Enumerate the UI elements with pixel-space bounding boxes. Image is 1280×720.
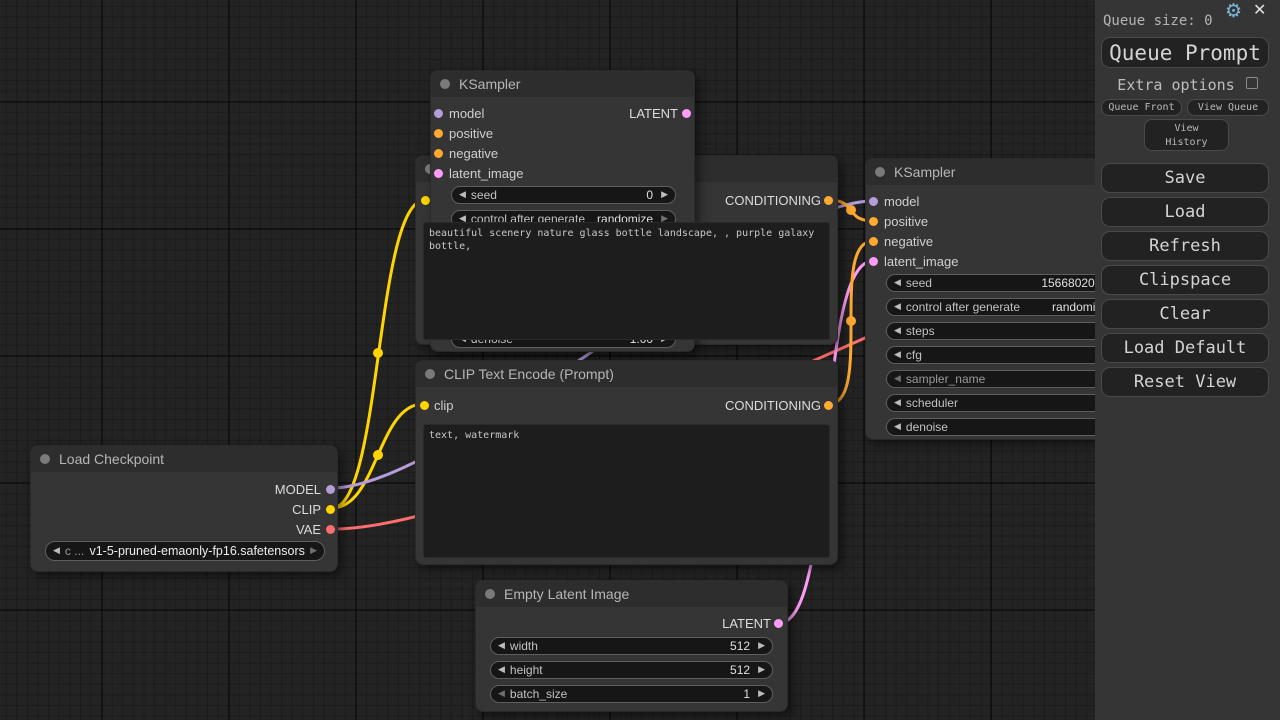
- node-title[interactable]: CLIP Text Encode (Prompt): [416, 361, 837, 387]
- height-widget[interactable]: height 512: [490, 661, 773, 679]
- increment-arrow-icon[interactable]: [758, 685, 765, 703]
- conditioning-output-label: CONDITIONING: [725, 193, 821, 209]
- clip-input-label: clip: [434, 398, 454, 414]
- prev-option-arrow-icon[interactable]: [53, 542, 60, 560]
- model-input-slot[interactable]: [869, 197, 878, 206]
- increment-arrow-icon[interactable]: [661, 186, 668, 204]
- comfy-menu: Queue size: 0 ⚙ ✕ Queue Prompt Extra opt…: [1095, 0, 1280, 720]
- batch-size-widget[interactable]: batch_size 1: [490, 685, 773, 703]
- prev-option-arrow-icon[interactable]: [894, 370, 901, 388]
- queue-size-label: Queue size: 0: [1103, 10, 1273, 32]
- decrement-arrow-icon[interactable]: [459, 186, 466, 204]
- vae-output-label: VAE: [296, 522, 321, 538]
- node-title[interactable]: Load Checkpoint: [31, 446, 337, 472]
- positive-prompt-textarea[interactable]: beautiful scenery nature glass bottle la…: [423, 222, 830, 340]
- node-title[interactable]: Empty Latent Image: [476, 581, 787, 607]
- model-output-slot[interactable]: [326, 485, 335, 494]
- latent-output-label: LATENT: [629, 106, 678, 122]
- node-title[interactable]: KSampler: [431, 71, 694, 97]
- latent-image-input-label: latent_image: [449, 166, 523, 182]
- clipspace-button[interactable]: Clipspace: [1101, 265, 1269, 295]
- width-widget[interactable]: width 512: [490, 637, 773, 655]
- collapse-dot[interactable]: [875, 167, 885, 177]
- prev-option-arrow-icon[interactable]: [894, 298, 901, 316]
- latent-image-input-slot[interactable]: [434, 169, 443, 178]
- queue-front-button[interactable]: Queue Front: [1101, 99, 1182, 116]
- view-history-button[interactable]: View History: [1144, 119, 1229, 151]
- model-input-slot[interactable]: [434, 109, 443, 118]
- link-midpoint-dot: [373, 348, 383, 358]
- model-output-label: MODEL: [275, 482, 321, 498]
- load-checkpoint-node[interactable]: Load Checkpoint MODEL CLIP VAE c ... v1-…: [30, 445, 338, 572]
- conditioning-output-label: CONDITIONING: [725, 398, 821, 414]
- link-midpoint-dot: [846, 316, 856, 326]
- clip-input-slot[interactable]: [421, 196, 430, 205]
- view-history-line1: View: [1145, 122, 1228, 136]
- negative-input-slot[interactable]: [434, 149, 443, 158]
- negative-input-slot[interactable]: [869, 237, 878, 246]
- decrement-arrow-icon[interactable]: [498, 661, 505, 679]
- view-history-line2: History: [1145, 136, 1228, 150]
- load-default-button[interactable]: Load Default: [1101, 333, 1269, 363]
- view-queue-button[interactable]: View Queue: [1187, 99, 1269, 116]
- clip-input-slot[interactable]: [420, 401, 429, 410]
- queue-prompt-button[interactable]: Queue Prompt: [1101, 37, 1269, 68]
- clear-button[interactable]: Clear: [1101, 299, 1269, 329]
- positive-input-label: positive: [449, 126, 493, 142]
- increment-arrow-icon[interactable]: [758, 637, 765, 655]
- negative-input-label: negative: [449, 146, 498, 162]
- latent-image-input-slot[interactable]: [869, 257, 878, 266]
- conditioning-output-slot[interactable]: [824, 196, 833, 205]
- latent-image-input-label: latent_image: [884, 254, 958, 270]
- close-icon[interactable]: ✕: [1253, 0, 1266, 19]
- increment-arrow-icon[interactable]: [758, 661, 765, 679]
- seed-widget[interactable]: seed 0: [451, 186, 676, 204]
- vae-output-slot[interactable]: [326, 525, 335, 534]
- positive-input-slot[interactable]: [434, 129, 443, 138]
- save-button[interactable]: Save: [1101, 163, 1269, 193]
- next-option-arrow-icon[interactable]: [310, 542, 317, 560]
- empty-latent-image-node[interactable]: Empty Latent Image LATENT width 512 heig…: [475, 580, 788, 712]
- model-input-label: model: [449, 106, 484, 122]
- link-midpoint-dot: [846, 205, 856, 215]
- refresh-button[interactable]: Refresh: [1101, 231, 1269, 261]
- positive-input-slot[interactable]: [869, 217, 878, 226]
- extra-options-checkbox[interactable]: [1246, 77, 1258, 89]
- conditioning-output-slot[interactable]: [824, 401, 833, 410]
- prev-option-arrow-icon[interactable]: [894, 394, 901, 412]
- model-input-label: model: [884, 194, 919, 210]
- collapse-dot[interactable]: [485, 589, 495, 599]
- load-button[interactable]: Load: [1101, 197, 1269, 227]
- latent-output-slot[interactable]: [682, 109, 691, 118]
- latent-output-label: LATENT: [722, 616, 771, 632]
- decrement-arrow-icon[interactable]: [498, 637, 505, 655]
- latent-output-slot[interactable]: [774, 619, 783, 628]
- ckpt-name-widget[interactable]: c ... v1-5-pruned-emaonly-fp16.safetenso…: [45, 541, 325, 561]
- decrement-arrow-icon[interactable]: [894, 274, 901, 292]
- clip-output-slot[interactable]: [326, 505, 335, 514]
- negative-prompt-textarea[interactable]: text, watermark: [423, 424, 830, 558]
- settings-gear-icon[interactable]: ⚙: [1225, 0, 1242, 22]
- collapse-dot[interactable]: [440, 79, 450, 89]
- positive-input-label: positive: [884, 214, 928, 230]
- link-midpoint-dot: [373, 450, 383, 460]
- extra-options-label: Extra options: [1095, 76, 1257, 94]
- reset-view-button[interactable]: Reset View: [1101, 367, 1269, 397]
- collapse-dot[interactable]: [425, 369, 435, 379]
- negative-input-label: negative: [884, 234, 933, 250]
- decrement-arrow-icon[interactable]: [894, 418, 901, 436]
- clip-output-label: CLIP: [292, 502, 321, 518]
- decrement-arrow-icon[interactable]: [894, 322, 901, 340]
- decrement-arrow-icon[interactable]: [498, 685, 505, 703]
- decrement-arrow-icon[interactable]: [894, 346, 901, 364]
- collapse-dot[interactable]: [40, 454, 50, 464]
